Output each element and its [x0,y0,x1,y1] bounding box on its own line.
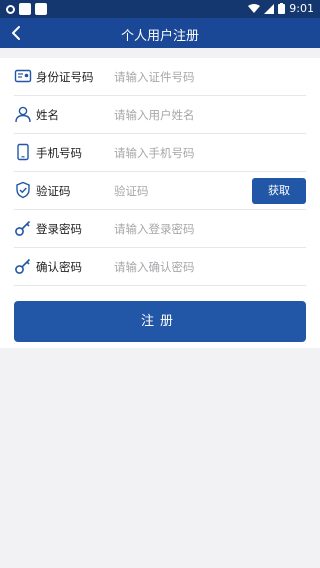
login-password-input[interactable] [114,218,294,240]
login-password-label: 登录密码 [36,222,82,236]
registration-form: 身份证号码 姓名 手机号码 验证码 获取 登录密码 [0,58,320,348]
page-title: 个人用户注册 [120,29,199,44]
battery-icon [278,3,286,14]
status-bar: 9:01 [0,0,320,18]
confirm-password-input[interactable] [114,256,294,278]
notification-square-icon [19,3,31,15]
wifi-icon [248,3,261,13]
form-row-confirm-password: 确认密码 [14,248,306,286]
form-row-phone: 手机号码 [14,134,306,172]
key-icon [15,258,31,274]
confirm-password-label: 确认密码 [36,260,82,274]
phone-label: 手机号码 [36,146,82,160]
register-button[interactable]: 注册 [14,301,306,342]
form-row-login-password: 登录密码 [14,210,306,248]
person-icon [15,106,31,123]
name-label: 姓名 [36,108,59,122]
form-row-name: 姓名 [14,96,306,134]
name-input[interactable] [114,104,294,126]
phone-icon [17,143,29,161]
get-code-button[interactable]: 获取 [252,178,306,204]
form-row-verification-code: 验证码 获取 [14,172,306,210]
status-time: 9:01 [289,2,314,15]
verification-code-label: 验证码 [36,184,71,198]
signal-icon [264,3,275,14]
nav-bar: 个人用户注册 [0,18,320,48]
id-number-label: 身份证号码 [36,70,94,84]
verification-code-input[interactable] [114,180,244,202]
notification-circle-icon [6,4,15,14]
key-icon [15,220,31,236]
id-card-icon [14,69,32,83]
notification-square-icon [35,3,47,15]
shield-check-icon [16,181,30,199]
phone-input[interactable] [114,142,294,164]
notification-icons [6,3,51,15]
form-row-id-number: 身份证号码 [14,58,306,96]
system-icons: 9:01 [248,2,314,15]
id-number-input[interactable] [114,66,294,88]
